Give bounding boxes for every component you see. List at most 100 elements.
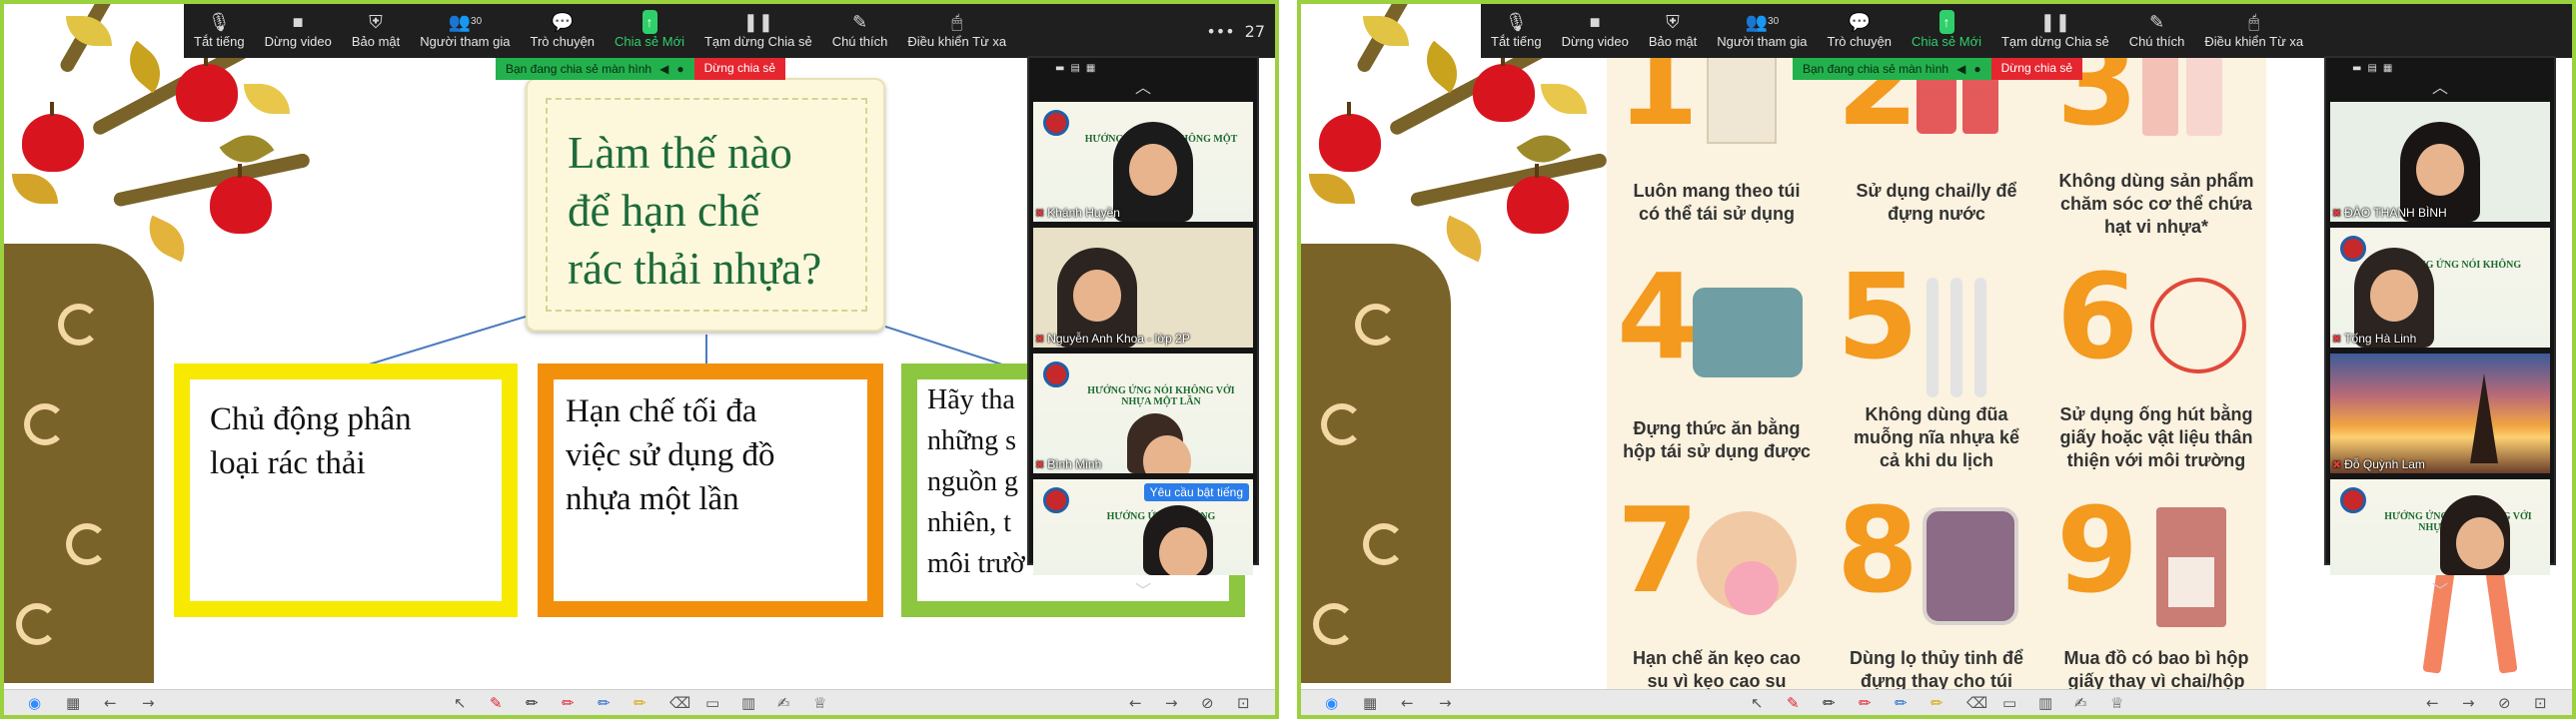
video-tile[interactable]: ✖ Đỗ Quỳnh Lam [2330,354,2550,473]
pause-share-button[interactable]: ❚❚ Tạm dừng Chia sẻ [694,10,822,49]
tip-9: 9 Mua đồ có bao bì hộp giấy thay vì chai/… [2056,481,2249,691]
eiffel-tower-photo [2470,373,2498,463]
muted-mic-icon: ✖ [1035,207,1045,220]
back-arrow-icon[interactable]: ← [104,693,117,713]
minimize-icon[interactable]: ▬ [2352,63,2361,74]
redo-icon[interactable]: → [1165,693,1178,713]
pen-blue-icon[interactable]: ✏ [1895,693,1908,713]
new-share-button[interactable]: ↑ Chia sẻ Mới [605,10,694,49]
share-screen-icon: ↑ [642,10,657,34]
video-icon: ■ [1589,12,1601,32]
pen-blue-icon[interactable]: ✏ [598,693,611,713]
annotate-button[interactable]: ✎ Chú thích [822,10,898,49]
security-button[interactable]: ⛨ Bảo mật [1639,10,1707,49]
chart-icon[interactable]: ▥ [741,693,755,713]
stop-video-button[interactable]: ■ Dừng video [255,10,342,49]
participants-button[interactable]: 👥30 Người tham gia [410,10,520,49]
screenshot-icon[interactable]: ⊡ [2534,693,2547,713]
mute-button[interactable]: 🎙 Tắt tiếng [1481,10,1552,49]
shield-icon: ⛨ [1666,12,1680,32]
redo-icon[interactable]: → [2462,693,2475,713]
chat-icon: 💬 [1848,12,1871,32]
layout-icon[interactable]: ▤ [2367,63,2376,74]
text-icon[interactable]: ▭ [2002,693,2016,713]
select-icon[interactable]: ↖ [1751,693,1764,713]
chat-button[interactable]: 💬 Trò chuyện [520,10,605,49]
more-button[interactable]: ••• [1206,22,1234,41]
gallery-down-chevron-icon[interactable]: ﹀ [2326,581,2554,601]
pen-black-icon[interactable]: ✏ [526,693,539,713]
gallery-up-chevron-icon[interactable]: ︿ [1029,78,1257,98]
undo-icon[interactable]: ← [2426,693,2439,713]
stop-share-button[interactable]: Dừng chia sẻ [693,58,785,80]
remote-control-button[interactable]: 🖱 Điều khiển Từ xa [897,10,1016,49]
participants-button[interactable]: 👥30 Người tham gia [1707,10,1817,49]
spotlight-icon[interactable]: ♕ [2110,693,2123,713]
highlighter-icon[interactable]: ✏ [634,693,646,713]
zoom-app-icon[interactable]: ◉ [1325,693,1338,713]
video-icon: ■ [292,12,304,32]
hide-icon[interactable]: ⊘ [1201,693,1214,713]
stop-video-button[interactable]: ■ Dừng video [1552,10,1639,49]
sharing-status: Bạn đang chia sẻ màn hình [506,62,652,76]
undo-icon[interactable]: ← [1129,693,1142,713]
annotate-button[interactable]: ✎ Chú thích [2119,10,2195,49]
screenshot-icon[interactable]: ⊡ [1237,693,1250,713]
gallery-up-chevron-icon[interactable]: ︿ [2326,78,2554,98]
video-tile[interactable]: HƯỚNG ỨNG NÓI KHÔNG MỘT LẦN ✖Khánh Huyền [1033,102,1253,222]
security-button[interactable]: ⛨ Bảo mật [342,10,410,49]
new-share-button[interactable]: ↑ Chia sẻ Mới [1902,10,1991,49]
highlighter-icon[interactable]: ✏ [1931,693,1943,713]
video-tile[interactable]: HƯỚNG ỨNG NÓI KHÔNG VỚI NHỰA MỘT LẦN [2330,479,2550,575]
forward-arrow-icon[interactable]: → [142,693,155,713]
pen-red-icon[interactable]: ✏ [562,693,575,713]
gallery-down-chevron-icon[interactable]: ﹀ [1029,581,1257,601]
participants-icon: 👥30 [1745,12,1780,32]
draw-icon[interactable]: ✎ [1787,693,1800,713]
annotation-toolbar: ◉ ▦ ← → ↖ ✎ ✏ ✏ ✏ ✏ ⌫ ▭ ▥ ✍ ♕ ← → ⊘ ⊡ [4,689,1275,715]
tip-8: 8 Dùng lọ thủy tinh để đựng thay cho túi [1837,481,2023,691]
sharing-banner: Bạn đang chia sẻ màn hình ◀ ● Dừng chia sẻ [496,58,785,80]
participants-icon: 👥30 [448,12,483,32]
pause-share-button[interactable]: ❚❚ Tạm dừng Chia sẻ [1991,10,2119,49]
video-tile[interactable]: HƯỚNG ỨNG NÓI KHÔNG VỚI NHỰA MỘT LẦN ✖ Bì… [1033,354,1253,473]
remote-control-button[interactable]: 🖱 Điều khiển Từ xa [2194,10,2313,49]
layout-icon[interactable]: ▤ [1070,63,1079,74]
unmute-request-badge[interactable]: Yêu cầu bật tiếng [1143,483,1249,501]
zoom-app-icon[interactable]: ◉ [28,693,41,713]
minimize-icon[interactable]: ▬ [1055,63,1064,74]
draw-icon[interactable]: ✎ [490,693,503,713]
grid-view-icon[interactable]: ▦ [1363,693,1377,713]
glass-jar-illustration [1923,507,2018,625]
chat-button[interactable]: 💬 Trò chuyện [1817,10,1902,49]
video-tile[interactable]: HƯỚNG ỨNG NÓI KHÔNG ✖ Tống Hà Linh [2330,228,2550,348]
count-label: 27 [1244,21,1265,41]
grid-icon[interactable]: ▦ [1086,63,1095,74]
stamp-icon[interactable]: ✍ [777,693,790,713]
stamp-icon[interactable]: ✍ [2074,693,2087,713]
text-icon[interactable]: ▭ [705,693,719,713]
pen-black-icon[interactable]: ✏ [1823,693,1836,713]
eraser-icon[interactable]: ⌫ [1966,693,1987,713]
back-arrow-icon[interactable]: ← [1401,693,1414,713]
annotate-icon: ✎ [851,12,868,32]
lock-icon: ● [1973,62,1981,76]
mute-button[interactable]: 🎙 Tắt tiếng [184,10,255,49]
forward-arrow-icon[interactable]: → [1439,693,1452,713]
hide-icon[interactable]: ⊘ [2498,693,2511,713]
stop-share-button[interactable]: Dừng chia sẻ [1990,58,2082,80]
grid-icon[interactable]: ▦ [2383,63,2392,74]
grid-view-icon[interactable]: ▦ [66,693,80,713]
spotlight-icon[interactable]: ♕ [813,693,826,713]
select-icon[interactable]: ↖ [454,693,467,713]
video-tile[interactable]: HƯỚNG ỨNG "THÁNG Yêu cầu bật tiếng [1033,479,1253,575]
pen-red-icon[interactable]: ✏ [1859,693,1872,713]
left-shared-screen: Làm thế nào để hạn chế rác thải nhựa? Ch… [0,0,1279,719]
eraser-icon[interactable]: ⌫ [669,693,690,713]
screen: Làm thế nào để hạn chế rác thải nhựa? Ch… [0,0,2576,719]
video-tile[interactable]: ✖ Nguyễn Anh Khoa - lớp 2P [1033,228,1253,348]
lunchbox-illustration [1693,288,1803,377]
video-tile[interactable]: ✖ ĐÀO THANH BÌNH [2330,102,2550,222]
meeting-toolbar: 🎙 Tắt tiếng ■ Dừng video ⛨ Bảo mật 👥30 Người… [1481,4,2572,58]
chart-icon[interactable]: ▥ [2038,693,2052,713]
